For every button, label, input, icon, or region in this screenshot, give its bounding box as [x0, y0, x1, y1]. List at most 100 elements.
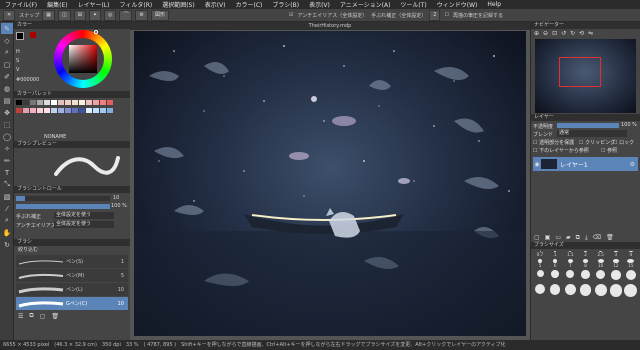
palette-swatch[interactable]: [79, 108, 85, 113]
palette-swatch[interactable]: [30, 108, 36, 113]
reset-icon[interactable]: ⟲: [579, 30, 584, 37]
new-folder-icon[interactable]: ▭: [555, 234, 561, 241]
snap-settings-button[interactable]: ⚙: [135, 9, 148, 21]
layer-opacity-slider[interactable]: [557, 123, 619, 128]
snap-off-button[interactable]: ✕: [3, 9, 16, 21]
brush-size-option[interactable]: 6: [548, 259, 562, 268]
brush-size-option[interactable]: [624, 284, 638, 299]
fill-tool-icon[interactable]: ◍: [1, 83, 13, 94]
delete-layer-icon[interactable]: 🗑: [606, 234, 614, 241]
palette-swatch[interactable]: [23, 108, 29, 113]
brush-size-option[interactable]: [624, 270, 638, 282]
rotate-tool-icon[interactable]: ↻: [1, 239, 13, 250]
new-layer-icon[interactable]: ▢: [534, 234, 540, 241]
palette-swatch[interactable]: [107, 100, 113, 105]
antialias-checkbox[interactable]: ☑: [289, 12, 293, 18]
navigator-preview[interactable]: [535, 39, 636, 113]
brush-size-option[interactable]: [563, 270, 577, 282]
gradient-tool-icon[interactable]: ▤: [1, 95, 13, 106]
brush-size-option[interactable]: 12: [609, 259, 623, 268]
palette-swatch[interactable]: [58, 100, 64, 105]
palette-swatch[interactable]: [72, 108, 78, 113]
rotate-left-icon[interactable]: ↺: [561, 30, 566, 37]
palette-swatch[interactable]: [37, 100, 43, 105]
brush-size-option[interactable]: [563, 284, 577, 299]
ellipse-select-icon[interactable]: ◯: [1, 131, 13, 142]
palette-swatch[interactable]: [93, 108, 99, 113]
brush-tool-icon[interactable]: ✐: [1, 71, 13, 82]
text-tool-icon[interactable]: T: [1, 167, 13, 178]
snap-mode-6[interactable]: ⌒: [119, 9, 133, 21]
palette-swatch[interactable]: [86, 100, 92, 105]
hue-handle[interactable]: [94, 30, 98, 34]
menu-help[interactable]: Help: [482, 1, 506, 8]
snap-mode-5[interactable]: ◎: [104, 9, 117, 21]
brush-item[interactable]: ペン(M) 5: [16, 269, 128, 282]
brush-size-option[interactable]: 15: [624, 259, 638, 268]
hue-wheel[interactable]: [54, 30, 112, 88]
brush-size-option[interactable]: 5: [533, 259, 547, 268]
layer-settings-icon[interactable]: ⚙: [630, 161, 635, 168]
menu-tool[interactable]: ツール(T): [395, 0, 431, 9]
palette-swatch[interactable]: [30, 100, 36, 105]
menu-color[interactable]: カラー(C): [231, 0, 268, 9]
snap-mode-2[interactable]: ◫: [57, 9, 71, 21]
palette-swatch[interactable]: [100, 108, 106, 113]
brush-new-icon[interactable]: ▢: [40, 313, 46, 320]
palette-swatch[interactable]: [16, 108, 22, 113]
lock-checkbox[interactable]: ☐ ロック: [613, 139, 634, 146]
menu-brush[interactable]: ブラシ(B): [267, 0, 304, 9]
brush-delete-icon[interactable]: 🗑: [51, 313, 59, 320]
artwork-canvas[interactable]: [134, 31, 526, 336]
brush-size-option[interactable]: [609, 284, 623, 299]
brush-size-slider[interactable]: [16, 196, 110, 201]
brush-size-option[interactable]: 2.5: [594, 251, 608, 257]
select-tool-icon[interactable]: ▢: [1, 59, 13, 70]
select-pen-icon[interactable]: ✏: [1, 155, 13, 166]
duplicate-icon[interactable]: ⧉: [576, 234, 580, 242]
palette-swatch[interactable]: [51, 108, 57, 113]
stabilizer-select-brush[interactable]: 全体設定を使う: [54, 212, 114, 219]
protect-checkbox[interactable]: ☐ 透明部分を保護: [533, 139, 574, 146]
shape-select[interactable]: 図形: [150, 9, 169, 21]
fit-icon[interactable]: ⊡: [552, 30, 557, 37]
brush-menu-icon[interactable]: ☰: [18, 313, 23, 320]
brush-size-value[interactable]: 10: [113, 195, 119, 201]
brush-size-option[interactable]: 1.5: [563, 251, 577, 257]
layer-name[interactable]: レイヤー1: [560, 160, 588, 169]
menu-file[interactable]: ファイル(F): [0, 0, 42, 9]
palette-swatch[interactable]: [37, 108, 43, 113]
palette-swatch[interactable]: [44, 100, 50, 105]
clear-icon[interactable]: ⌫: [593, 234, 601, 241]
brush-size-option[interactable]: [594, 270, 608, 282]
move-tool-icon[interactable]: ✥: [1, 107, 13, 118]
menu-edit[interactable]: 編集(E): [42, 0, 72, 9]
eraser-tool-icon[interactable]: ◇: [1, 35, 13, 46]
snap-mode-1[interactable]: ▦: [42, 9, 55, 21]
divide-tool-icon[interactable]: ▧: [1, 191, 13, 202]
snap-mode-4[interactable]: ✦: [88, 9, 102, 21]
brush-size-option[interactable]: [548, 284, 562, 299]
saturation-value-square[interactable]: [69, 45, 97, 73]
palette-swatch[interactable]: [79, 100, 85, 105]
snap-mode-3[interactable]: ⊞: [73, 9, 86, 21]
layer-row-selected[interactable]: ◉ レイヤー1 ⚙: [533, 157, 638, 171]
blend-select[interactable]: 通常: [557, 130, 627, 137]
palette-swatch[interactable]: [86, 108, 92, 113]
pressure-checkbox[interactable]: ☐: [444, 12, 448, 18]
palette-swatch[interactable]: [100, 100, 106, 105]
zoom-out-icon[interactable]: ⊖: [543, 30, 548, 37]
layer-opacity-value[interactable]: 100 %: [621, 122, 637, 128]
transparent-swatch[interactable]: [30, 32, 36, 38]
brush-size-option[interactable]: 10: [594, 259, 608, 268]
menu-window[interactable]: ウィンドウ(W): [432, 0, 483, 9]
palette-swatch[interactable]: [16, 100, 22, 105]
menu-filter[interactable]: フィルタ(R): [114, 0, 157, 9]
brush-size-option[interactable]: [578, 270, 592, 282]
brush-opacity-value[interactable]: 100 %: [111, 203, 127, 209]
palette-swatch[interactable]: [65, 108, 71, 113]
palette-swatch[interactable]: [44, 108, 50, 113]
magic-wand-icon[interactable]: ✧: [1, 143, 13, 154]
stabilizer-select[interactable]: 2: [429, 9, 441, 21]
brush-size-option[interactable]: [533, 270, 547, 282]
